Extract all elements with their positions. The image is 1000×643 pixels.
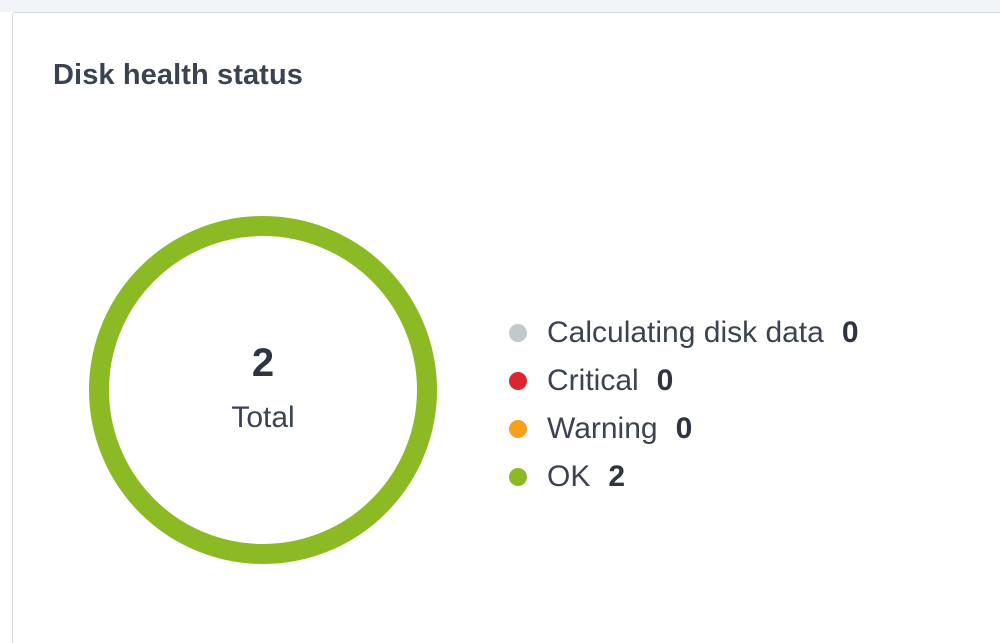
warning-status-dot-icon bbox=[509, 420, 527, 438]
legend-label: Calculating disk data bbox=[547, 316, 824, 349]
total-count: 2 bbox=[251, 341, 275, 385]
donut-center: 2 Total bbox=[89, 216, 437, 564]
legend-item-warning[interactable]: Warning 0 bbox=[509, 405, 859, 453]
top-strip bbox=[0, 0, 1000, 12]
disk-health-widget: Disk health status 2 Total Calculating d… bbox=[12, 12, 1000, 643]
widget-title: Disk health status bbox=[53, 59, 303, 91]
legend-label: Warning bbox=[547, 412, 658, 445]
legend-item-critical[interactable]: Critical 0 bbox=[509, 357, 859, 405]
legend-item-calculating[interactable]: Calculating disk data 0 bbox=[509, 309, 859, 357]
legend-value: 2 bbox=[608, 460, 626, 493]
legend-label: Critical bbox=[547, 364, 639, 397]
legend-value: 0 bbox=[841, 316, 859, 349]
total-caption: Total bbox=[231, 401, 295, 434]
page: Disk health status 2 Total Calculating d… bbox=[0, 0, 1000, 643]
critical-status-dot-icon bbox=[509, 372, 527, 390]
donut-chart[interactable]: 2 Total bbox=[89, 216, 437, 564]
legend-item-ok[interactable]: OK 2 bbox=[509, 453, 859, 501]
calculating-status-dot-icon bbox=[509, 324, 527, 342]
legend: Calculating disk data 0 Critical 0 Warni… bbox=[509, 309, 859, 501]
legend-label: OK bbox=[547, 460, 591, 493]
ok-status-dot-icon bbox=[509, 468, 527, 486]
legend-value: 0 bbox=[656, 364, 674, 397]
legend-value: 0 bbox=[675, 412, 693, 445]
